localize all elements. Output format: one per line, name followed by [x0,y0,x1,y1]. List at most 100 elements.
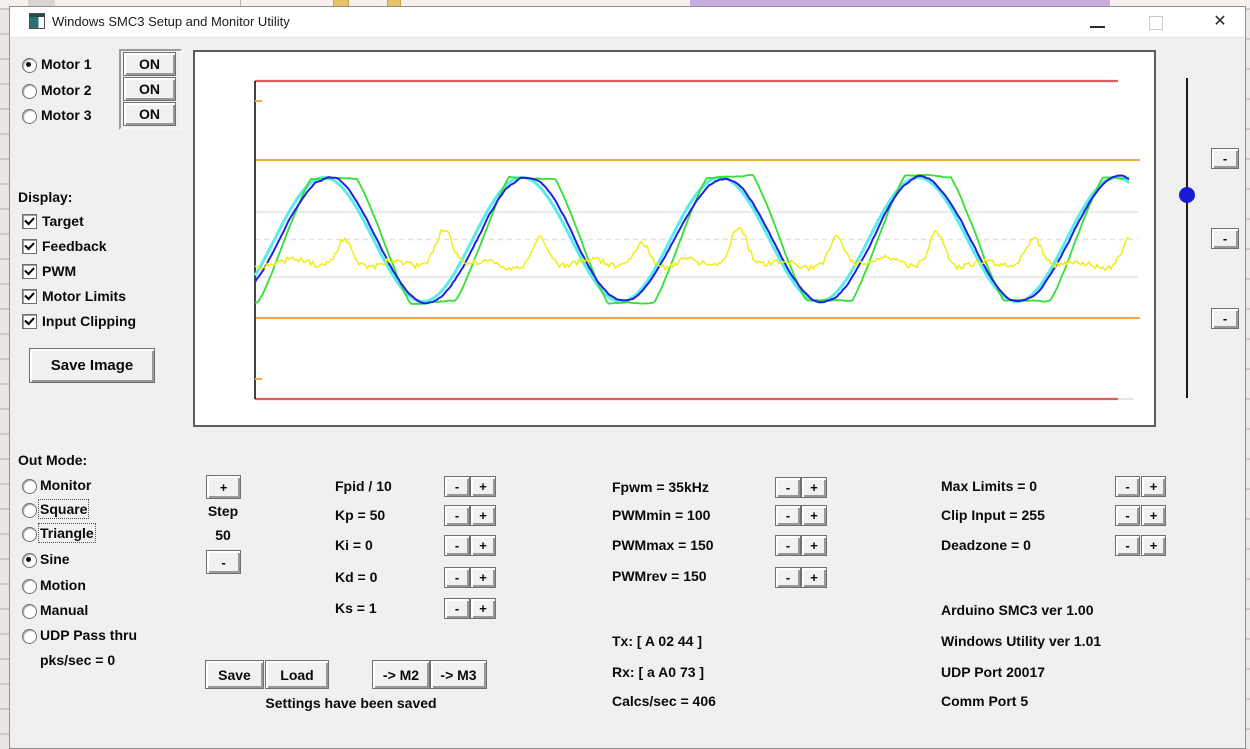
upper-clip-minus-button[interactable]: - [1211,148,1239,169]
checkbox-motor-limits-label: Motor Limits [42,288,126,304]
kp-minus-button[interactable]: - [444,505,470,526]
kp-plus-button[interactable]: + [470,505,496,526]
motor-3-label: Motor 3 [41,107,92,123]
copy-to-m2-button[interactable]: -> M2 [372,660,430,689]
ks-minus-button[interactable]: - [444,598,470,619]
calcs-per-sec-readout: Calcs/sec = 406 [612,693,716,709]
deadzone-plus-button[interactable]: + [1141,535,1166,556]
radio-motor-3[interactable] [22,109,37,124]
minimize-button[interactable] [1082,7,1112,37]
load-button[interactable]: Load [265,660,329,689]
max-limits-label: Max Limits = 0 [941,478,1038,494]
motor-1-label: Motor 1 [41,56,92,72]
checkbox-input-clipping-label: Input Clipping [42,313,137,329]
maximize-button[interactable] [1140,7,1170,37]
ks-plus-button[interactable]: + [470,598,496,619]
pwmrev-label: PWMrev = 150 [612,568,707,584]
motor-3-on-button[interactable]: ON [123,102,176,126]
checkbox-pwm-label: PWM [42,263,77,279]
kd-minus-button[interactable]: - [444,567,470,588]
save-image-button[interactable]: Save Image [29,348,155,383]
radio-udp-pass-thru[interactable] [22,629,37,644]
checkbox-pwm[interactable] [22,264,37,279]
display-heading: Display: [18,189,73,205]
checkbox-target[interactable] [22,214,37,229]
radio-motor-1[interactable] [22,58,37,73]
pwmmin-plus-button[interactable]: + [801,505,827,526]
checkbox-target-label: Target [42,213,84,229]
checkbox-feedback-label: Feedback [42,238,107,254]
kd-label: Kd = 0 [335,569,378,585]
max-limits-plus-button[interactable]: + [1141,476,1166,497]
pwmmax-minus-button[interactable]: - [775,535,801,556]
pwmrev-minus-button[interactable]: - [775,567,801,588]
rx-readout: Rx: [ a A0 73 ] [612,664,705,680]
fpid-label: Fpid / 10 [335,478,392,494]
checkbox-motor-limits[interactable] [22,289,37,304]
app-icon-titlebar-stripe [30,14,44,17]
max-limits-minus-button[interactable]: - [1115,476,1140,497]
close-icon: ✕ [1213,13,1227,30]
scope-plot [253,79,1140,401]
ki-label: Ki = 0 [335,537,373,553]
desktop-left-strip [0,8,9,749]
fpid-plus-button[interactable]: + [470,476,496,497]
desktop-right-strip [1246,8,1250,749]
windows-utility-version-text: Windows Utility ver 1.01 [941,633,1102,649]
clip-input-label: Clip Input = 255 [941,507,1045,523]
center-minus-button[interactable]: - [1211,228,1239,249]
pwmmin-minus-button[interactable]: - [775,505,801,526]
radio-udp-pass-thru-label: UDP Pass thru [40,627,137,643]
deadzone-label: Deadzone = 0 [941,537,1031,553]
fpwm-plus-button[interactable]: + [801,477,827,498]
pwmrev-plus-button[interactable]: + [801,567,827,588]
motor-2-label: Motor 2 [41,82,92,98]
deadzone-minus-button[interactable]: - [1115,535,1140,556]
motor-1-on-button[interactable]: ON [123,52,176,76]
fpid-minus-button[interactable]: - [444,476,470,497]
app-icon [29,13,45,29]
window-title: Windows SMC3 Setup and Monitor Utility [52,14,290,29]
checkbox-feedback[interactable] [22,239,37,254]
scale-slider-handle[interactable] [1179,187,1195,203]
pwmmax-label: PWMmax = 150 [612,537,714,553]
comm-port-text: Comm Port 5 [941,693,1029,709]
tx-readout: Tx: [ A 02 44 ] [612,633,702,649]
radio-monitor-label: Monitor [40,477,92,493]
step-label: Step [207,503,239,519]
out-mode-heading: Out Mode: [18,452,88,468]
pwmmax-plus-button[interactable]: + [801,535,827,556]
kd-plus-button[interactable]: + [470,567,496,588]
lower-clip-minus-button[interactable]: - [1211,308,1239,329]
radio-square[interactable] [22,503,37,518]
ks-label: Ks = 1 [335,600,377,616]
radio-sine[interactable] [22,553,37,568]
radio-manual[interactable] [22,604,37,619]
pwmmin-label: PWMmin = 100 [612,507,711,523]
clip-input-plus-button[interactable]: + [1141,505,1166,526]
radio-sine-label: Sine [40,551,70,567]
checkbox-input-clipping[interactable] [22,314,37,329]
step-minus-button[interactable]: - [206,550,241,574]
clip-input-minus-button[interactable]: - [1115,505,1140,526]
arduino-version-text: Arduino SMC3 ver 1.00 [941,602,1094,618]
radio-motion[interactable] [22,579,37,594]
motor-2-on-button[interactable]: ON [123,77,176,101]
scale-slider-track[interactable] [1186,78,1188,398]
minimize-icon [1090,26,1105,28]
copy-to-m3-button[interactable]: -> M3 [430,660,487,689]
radio-triangle-label: Triangle [38,523,96,543]
close-button[interactable]: ✕ [1204,7,1236,37]
step-value: 50 [215,527,231,543]
fpwm-minus-button[interactable]: - [775,477,801,498]
radio-motor-2[interactable] [22,84,37,99]
scope-panel [193,50,1156,427]
ki-plus-button[interactable]: + [470,535,496,556]
fpwm-label: Fpwm = 35kHz [612,479,709,495]
udp-port-text: UDP Port 20017 [941,664,1046,680]
step-plus-button[interactable]: + [206,475,241,499]
radio-monitor[interactable] [22,479,37,494]
ki-minus-button[interactable]: - [444,535,470,556]
radio-triangle[interactable] [22,527,37,542]
save-button[interactable]: Save [205,660,264,689]
